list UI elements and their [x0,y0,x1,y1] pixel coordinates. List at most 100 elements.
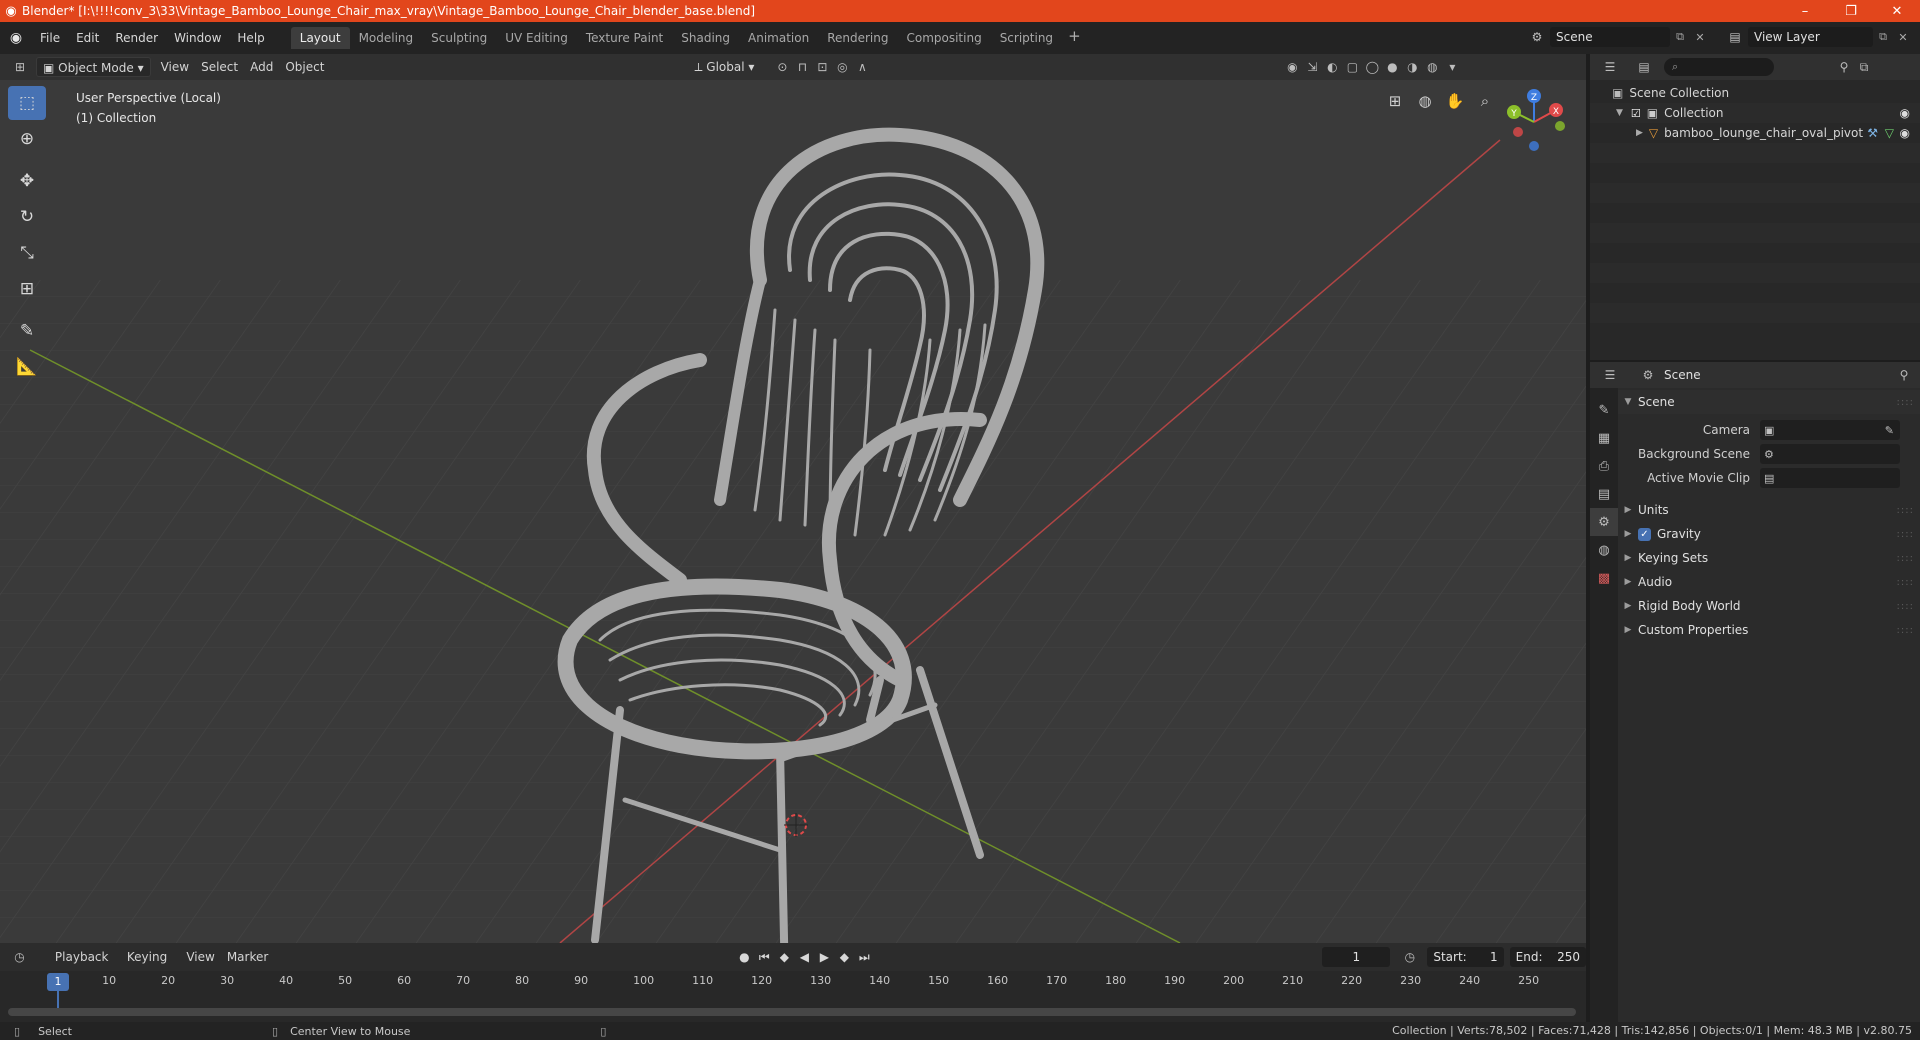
menu-window[interactable]: Window [166,28,229,48]
pan-hand-icon[interactable]: ✋ [1440,86,1470,116]
keying-menu[interactable]: Keying ▾ [121,947,180,984]
camera-view-icon[interactable]: ◍ [1410,86,1440,116]
tab-animation[interactable]: Animation [739,27,818,49]
add-workspace-icon[interactable]: + [1062,27,1087,49]
solid-shading-icon[interactable]: ● [1382,57,1402,77]
play-icon[interactable]: ▶ [814,950,834,964]
audio-panel-header[interactable]: ▶ Audio :::: [1618,570,1920,594]
new-scene-icon[interactable]: ⧉ [1670,30,1690,44]
jump-end-icon[interactable]: ⏭ [854,950,874,965]
wireframe-shading-icon[interactable]: ◯ [1362,57,1382,77]
tab-sculpting[interactable]: Sculpting [422,27,496,49]
mesh-data-icon[interactable]: ▽ [1885,126,1894,140]
snap-target-icon[interactable]: ⊡ [812,57,832,77]
navigation-gizmo[interactable]: Z X Y [1500,86,1580,166]
move-tool-icon[interactable]: ✥ [8,164,46,198]
properties-editor-icon[interactable]: ☰ [1600,365,1620,385]
rotate-tool-icon[interactable]: ↻ [8,200,46,234]
tool-tab-icon[interactable]: ✎ [1590,396,1618,424]
play-reverse-icon[interactable]: ◀ [794,950,814,964]
mode-dropdown[interactable]: ▣ Object Mode ▾ [36,57,151,77]
new-collection-icon[interactable]: ⧉ [1854,57,1874,77]
material-shading-icon[interactable]: ◑ [1402,57,1422,77]
outliner-row-collection[interactable]: ▼ ☑ ▣ Collection ◉ [1590,103,1920,123]
object-menu[interactable]: Object [279,57,330,77]
rigid-body-world-panel-header[interactable]: ▶ Rigid Body World :::: [1618,594,1920,618]
tab-compositing[interactable]: Compositing [897,27,990,49]
shading-options-icon[interactable]: ▾ [1442,57,1462,77]
falloff-icon[interactable]: ∧ [852,57,872,77]
scene-panel-header[interactable]: ▼ Scene :::: [1618,390,1920,414]
scene-icon[interactable]: ⚙ [1524,30,1550,44]
visibility-icon[interactable]: ◉ [1282,57,1302,77]
current-frame-field[interactable]: 1 [1322,947,1391,967]
tab-uv-editing[interactable]: UV Editing [496,27,577,49]
menu-edit[interactable]: Edit [68,28,107,48]
view-layer-tab-icon[interactable]: ▤ [1590,480,1618,508]
rendered-shading-icon[interactable]: ◍ [1422,57,1442,77]
delete-scene-icon[interactable]: ✕ [1690,31,1710,44]
xray-icon[interactable]: ▢ [1342,57,1362,77]
new-view-layer-icon[interactable]: ⧉ [1873,30,1893,44]
pin-icon[interactable]: ⚲ [1894,365,1914,385]
keying-sets-panel-header[interactable]: ▶ Keying Sets :::: [1618,546,1920,570]
scene-tab-icon[interactable]: ⚙ [1590,508,1618,536]
close-button[interactable]: ✕ [1874,0,1920,22]
menu-render[interactable]: Render [107,28,166,48]
proportional-edit-icon[interactable]: ◎ [832,57,852,77]
tab-scripting[interactable]: Scripting [991,27,1062,49]
timeline-view-menu[interactable]: View [180,947,220,967]
marker-menu[interactable]: Marker [221,947,274,967]
custom-properties-panel-header[interactable]: ▶ Custom Properties :::: [1618,618,1920,642]
pivot-icon[interactable]: ⊙ [772,57,792,77]
minimize-button[interactable]: – [1782,0,1828,22]
maximize-button[interactable]: ❐ [1828,0,1874,22]
object-visibility-icon[interactable]: ◉ [1900,126,1910,140]
render-tab-icon[interactable]: ▦ [1590,424,1618,452]
gravity-panel-header[interactable]: ▶ ✓ Gravity :::: [1618,522,1920,546]
eyedropper-icon[interactable]: ✎ [1885,424,1894,437]
background-scene-field[interactable]: ⚙ [1760,444,1900,464]
camera-field[interactable]: ▣ ✎ [1760,420,1900,440]
orientation-dropdown[interactable]: ⟂ Global ▾ [688,57,760,77]
view-menu[interactable]: View [155,57,195,77]
blender-menu-icon[interactable]: ◉ [0,30,32,46]
timeline-editor-icon[interactable]: ◷ [10,947,29,967]
transform-tool-icon[interactable]: ⊞ [8,272,46,306]
outliner-row-object[interactable]: ▶ ▽ bamboo_lounge_chair_oval_pivot ⚒ ▽ ◉ [1590,123,1920,143]
playback-menu[interactable]: Playback ▾ [49,947,121,984]
display-mode-icon[interactable]: ▤ [1634,57,1654,77]
tab-modeling[interactable]: Modeling [350,27,423,49]
toggle-camera-view-icon[interactable]: ⊞ [1380,86,1410,116]
tab-texture-paint[interactable]: Texture Paint [577,27,672,49]
texture-tab-icon[interactable]: ▩ [1590,564,1618,592]
filter-icon[interactable]: ⚲ [1834,57,1854,77]
playhead-frame-label[interactable]: 1 [47,973,69,991]
gizmo-toggle-icon[interactable]: ⇲ [1302,57,1322,77]
modifier-wrench-icon[interactable]: ⚒ [1867,126,1878,140]
world-tab-icon[interactable]: ◍ [1590,536,1618,564]
units-panel-header[interactable]: ▶ Units :::: [1618,498,1920,522]
scene-name-field[interactable]: Scene [1550,27,1670,47]
jump-start-icon[interactable]: ⏮ [754,950,774,965]
tab-layout[interactable]: Layout [290,27,350,49]
timeline-body[interactable]: 10 20 30 40 50 60 70 80 90 100 110 120 130 140 150 160 1… [0,971,1586,1022]
outliner-row-scene-collection[interactable]: ▣ Scene Collection [1590,83,1920,103]
3d-viewport[interactable]: User Perspective (Local) (1) Collection … [0,80,1586,943]
preview-range-icon[interactable]: ◷ [1400,947,1419,967]
gravity-checkbox[interactable]: ✓ [1638,527,1651,541]
next-keyframe-icon[interactable]: ◆ [834,950,854,964]
tab-rendering[interactable]: Rendering [818,27,897,49]
add-menu[interactable]: Add [244,57,279,77]
outliner-editor-icon[interactable]: ☰ [1600,57,1620,77]
record-icon[interactable]: ● [734,950,754,964]
overlay-toggle-icon[interactable]: ◐ [1322,57,1342,77]
collection-checkbox-icon[interactable]: ☑ [1631,107,1641,120]
timeline-scrollbar[interactable] [8,1008,1576,1016]
menu-help[interactable]: Help [229,28,272,48]
view-layer-name-field[interactable]: View Layer [1748,27,1873,47]
start-frame-field[interactable]: Start: 1 [1427,947,1504,967]
outliner-search-input[interactable]: ⌕ [1664,58,1774,76]
menu-file[interactable]: File [32,28,68,48]
delete-view-layer-icon[interactable]: ✕ [1893,31,1913,44]
